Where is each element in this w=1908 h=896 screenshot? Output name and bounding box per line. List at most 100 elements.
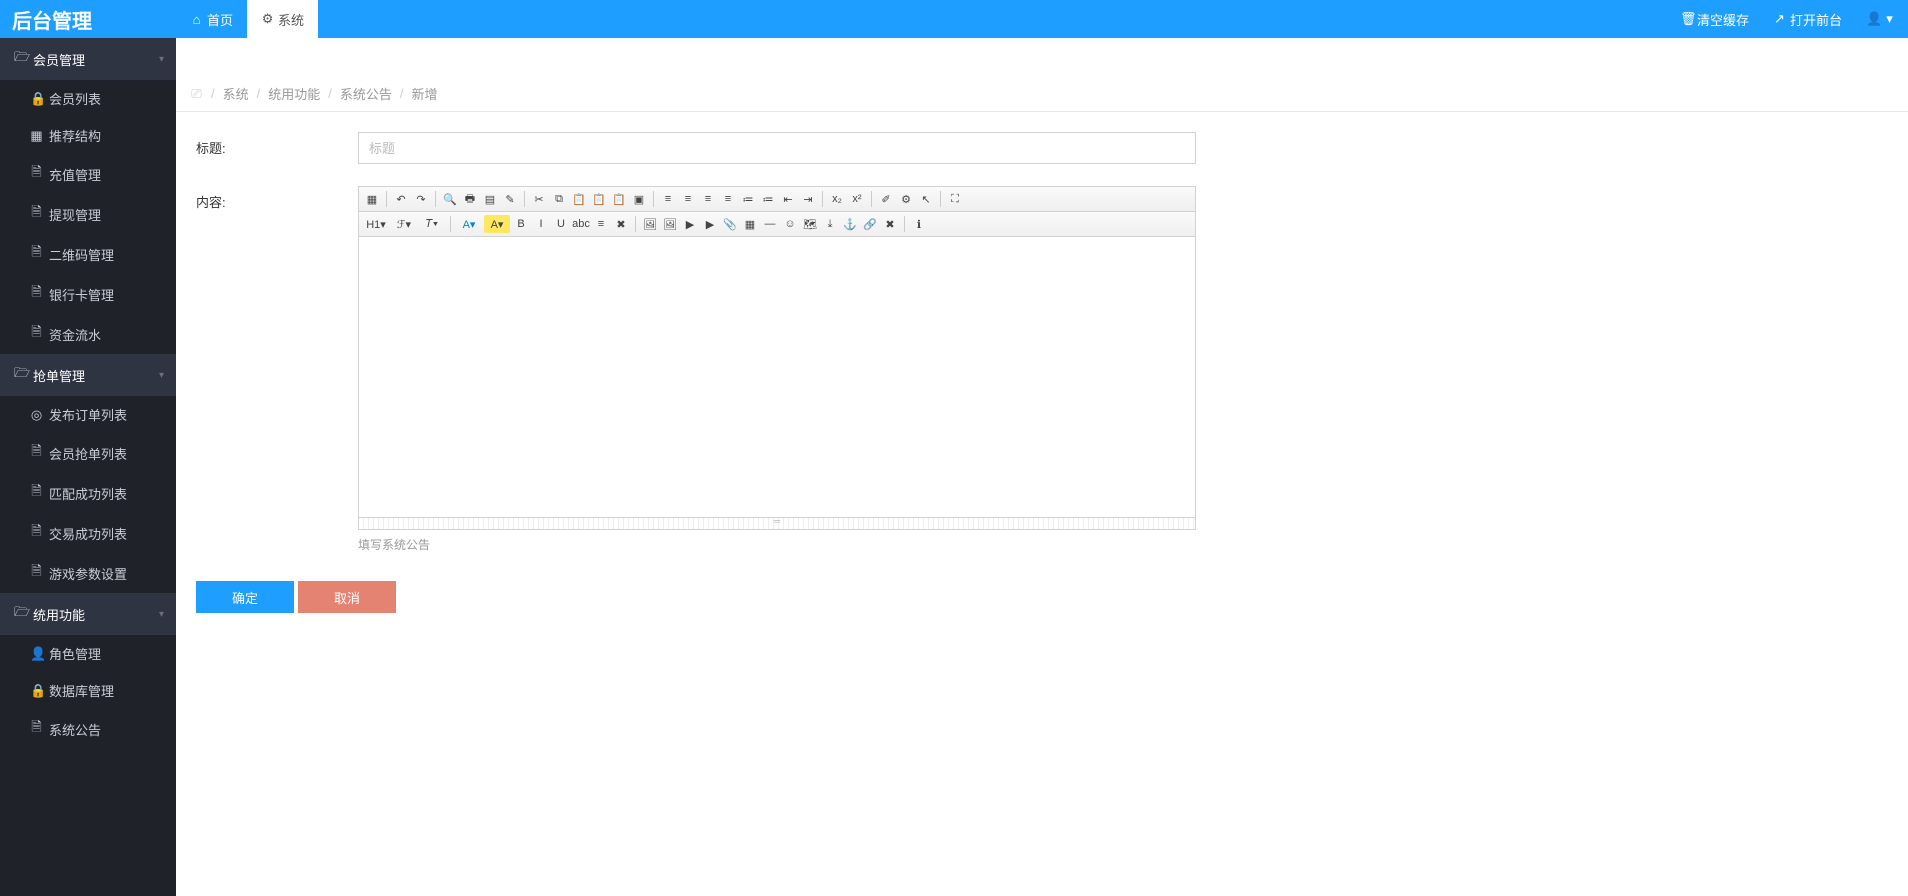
- editor-superscript-button[interactable]: x²: [848, 190, 866, 208]
- editor-body[interactable]: [359, 237, 1195, 517]
- sidebar-item-0-6[interactable]: 🗎资金流水: [0, 314, 176, 354]
- editor-italic-button[interactable]: I: [532, 215, 550, 233]
- sidebar-item-0-4[interactable]: 🗎二维码管理: [0, 234, 176, 274]
- editor-back-color-button[interactable]: A▾: [484, 215, 510, 233]
- file-icon: 🗎: [30, 283, 43, 305]
- editor-bold-button[interactable]: B: [512, 215, 530, 233]
- toolbar-separator: [635, 216, 636, 232]
- cancel-button[interactable]: 取消: [298, 581, 396, 613]
- title-input[interactable]: [358, 132, 1196, 164]
- editor-select-el-button[interactable]: ↖: [917, 190, 935, 208]
- editor-font-family-button[interactable]: ℱ▾: [391, 215, 417, 233]
- editor-align-center-button[interactable]: ≡: [679, 190, 697, 208]
- editor-outdent-button[interactable]: ⇤: [779, 190, 797, 208]
- editor-cut-button[interactable]: ✂: [530, 190, 548, 208]
- editor-file-button[interactable]: 📎: [721, 215, 739, 233]
- editor-template-button[interactable]: ▤: [481, 190, 499, 208]
- editor-multi-image-button[interactable]: 🖼: [661, 215, 679, 233]
- editor-select-all-button[interactable]: ▣: [630, 190, 648, 208]
- editor-code-button[interactable]: ✎: [501, 190, 519, 208]
- editor-fore-color-button[interactable]: A▾: [456, 215, 482, 233]
- editor-media-button[interactable]: ▶: [701, 215, 719, 233]
- home-icon: ⌂: [190, 12, 203, 27]
- tab-home[interactable]: ⌂ 首页: [176, 0, 247, 38]
- editor-copy-button[interactable]: ⧉: [550, 190, 568, 208]
- editor-subscript-button[interactable]: x₂: [828, 190, 846, 208]
- sidebar-group-1[interactable]: 🗁抢单管理▾: [0, 354, 176, 396]
- breadcrumb-item[interactable]: 系统: [223, 84, 249, 103]
- editor-redo-button[interactable]: ↷: [412, 190, 430, 208]
- editor-anchor-button[interactable]: ⚓: [841, 215, 859, 233]
- nav-tabs: ⌂ 首页 ⚙ 系统: [176, 0, 318, 38]
- editor-line-height-button[interactable]: ≡: [592, 215, 610, 233]
- clear-cache-button[interactable]: 🗑 清空缓存: [1668, 0, 1761, 38]
- editor-image-button[interactable]: 🖼: [641, 215, 659, 233]
- sidebar-item-1-0[interactable]: ◎发布订单列表: [0, 396, 176, 433]
- sidebar-item-0-0[interactable]: 🔒会员列表: [0, 80, 176, 117]
- editor-emoji-button[interactable]: ☺: [781, 215, 799, 233]
- editor-print-button[interactable]: 🖶: [461, 190, 479, 208]
- open-frontend-button[interactable]: ↗ 打开前台: [1761, 0, 1854, 38]
- sidebar-item-1-3[interactable]: 🗎交易成功列表: [0, 513, 176, 553]
- editor-underline-button[interactable]: U: [552, 215, 570, 233]
- sidebar-item-0-3[interactable]: 🗎提现管理: [0, 194, 176, 234]
- editor-table-button[interactable]: ▦: [741, 215, 759, 233]
- editor-clear-format-button[interactable]: ✐: [877, 190, 895, 208]
- editor-flash-button[interactable]: ▶: [681, 215, 699, 233]
- editor-about-button[interactable]: ℹ: [910, 215, 928, 233]
- editor-remove-format-button[interactable]: ✖: [612, 215, 630, 233]
- breadcrumb-item[interactable]: 系统公告: [340, 84, 392, 103]
- editor-indent-button[interactable]: ⇥: [799, 190, 817, 208]
- editor-hr-button[interactable]: —: [761, 215, 779, 233]
- editor-align-left-button[interactable]: ≡: [659, 190, 677, 208]
- editor-undo-button[interactable]: ↶: [392, 190, 410, 208]
- editor-preview-button[interactable]: 🔍: [441, 190, 459, 208]
- sidebar-item-label: 会员列表: [49, 89, 101, 108]
- editor-strike-button[interactable]: abc: [572, 215, 590, 233]
- sidebar-item-1-2[interactable]: 🗎匹配成功列表: [0, 473, 176, 513]
- sidebar-item-0-2[interactable]: 🗎充值管理: [0, 154, 176, 194]
- breadcrumb-sep: /: [257, 86, 261, 101]
- editor-list-ul-button[interactable]: ≔: [759, 190, 777, 208]
- sidebar-item-2-0[interactable]: 👤角色管理: [0, 635, 176, 672]
- editor-quick-format-button[interactable]: ⚙: [897, 190, 915, 208]
- editor-source-button[interactable]: ▦: [363, 190, 381, 208]
- editor-resize-handle[interactable]: [359, 517, 1195, 529]
- editor-list-ol-button[interactable]: ≔: [739, 190, 757, 208]
- sidebar-group-0[interactable]: 🗁会员管理▾: [0, 38, 176, 80]
- editor-fullscreen-button[interactable]: ⛶: [946, 190, 964, 208]
- editor-paste-word-button[interactable]: 📋: [610, 190, 628, 208]
- sidebar-item-2-2[interactable]: 🗎系统公告: [0, 709, 176, 749]
- file-icon: 🗎: [30, 243, 43, 265]
- breadcrumb-item[interactable]: 统用功能: [268, 84, 320, 103]
- file-icon: 🗎: [30, 482, 43, 504]
- editor-pagebreak-button[interactable]: ⤓: [821, 215, 839, 233]
- folder-icon: 🗁: [14, 603, 27, 625]
- editor-align-right-button[interactable]: ≡: [699, 190, 717, 208]
- editor-paste-button[interactable]: 📋: [570, 190, 588, 208]
- submit-button[interactable]: 确定: [196, 581, 294, 613]
- editor-format-block-button[interactable]: H1▾: [363, 215, 389, 233]
- sidebar-group-label: 会员管理: [33, 50, 85, 69]
- sidebar-group-2[interactable]: 🗁统用功能▾: [0, 593, 176, 635]
- sidebar-item-0-1[interactable]: ▦推荐结构: [0, 117, 176, 154]
- editor-paste-plain-button[interactable]: 📋: [590, 190, 608, 208]
- editor-font-size-button[interactable]: 𝑇▾: [419, 215, 445, 233]
- toolbar-separator: [871, 191, 872, 207]
- action-label: 打开前台: [1790, 10, 1842, 29]
- user-menu[interactable]: 👤 ▾: [1854, 0, 1908, 38]
- editor-align-justify-button[interactable]: ≡: [719, 190, 737, 208]
- editor-link-button[interactable]: 🔗: [861, 215, 879, 233]
- sidebar-item-1-1[interactable]: 🗎会员抢单列表: [0, 433, 176, 473]
- form-area: 标题: 内容: ▦↶↷🔍🖶▤✎✂⧉📋📋📋▣≡≡≡≡≔≔⇤⇥x₂x²✐⚙↖⛶ H1…: [176, 112, 1908, 633]
- sidebar-item-2-1[interactable]: 🔒数据库管理: [0, 672, 176, 709]
- editor-toolbar-row1: ▦↶↷🔍🖶▤✎✂⧉📋📋📋▣≡≡≡≡≔≔⇤⇥x₂x²✐⚙↖⛶: [359, 187, 1195, 212]
- sidebar-item-1-4[interactable]: 🗎游戏参数设置: [0, 553, 176, 593]
- breadcrumb-sep: /: [211, 86, 215, 101]
- sidebar-item-label: 提现管理: [49, 205, 101, 224]
- editor-unlink-button[interactable]: ✖: [881, 215, 899, 233]
- sidebar-item-0-5[interactable]: 🗎银行卡管理: [0, 274, 176, 314]
- chevron-down-icon: ▾: [159, 370, 164, 381]
- tab-system[interactable]: ⚙ 系统: [247, 0, 318, 38]
- editor-baidu-map-button[interactable]: 🗺: [801, 215, 819, 233]
